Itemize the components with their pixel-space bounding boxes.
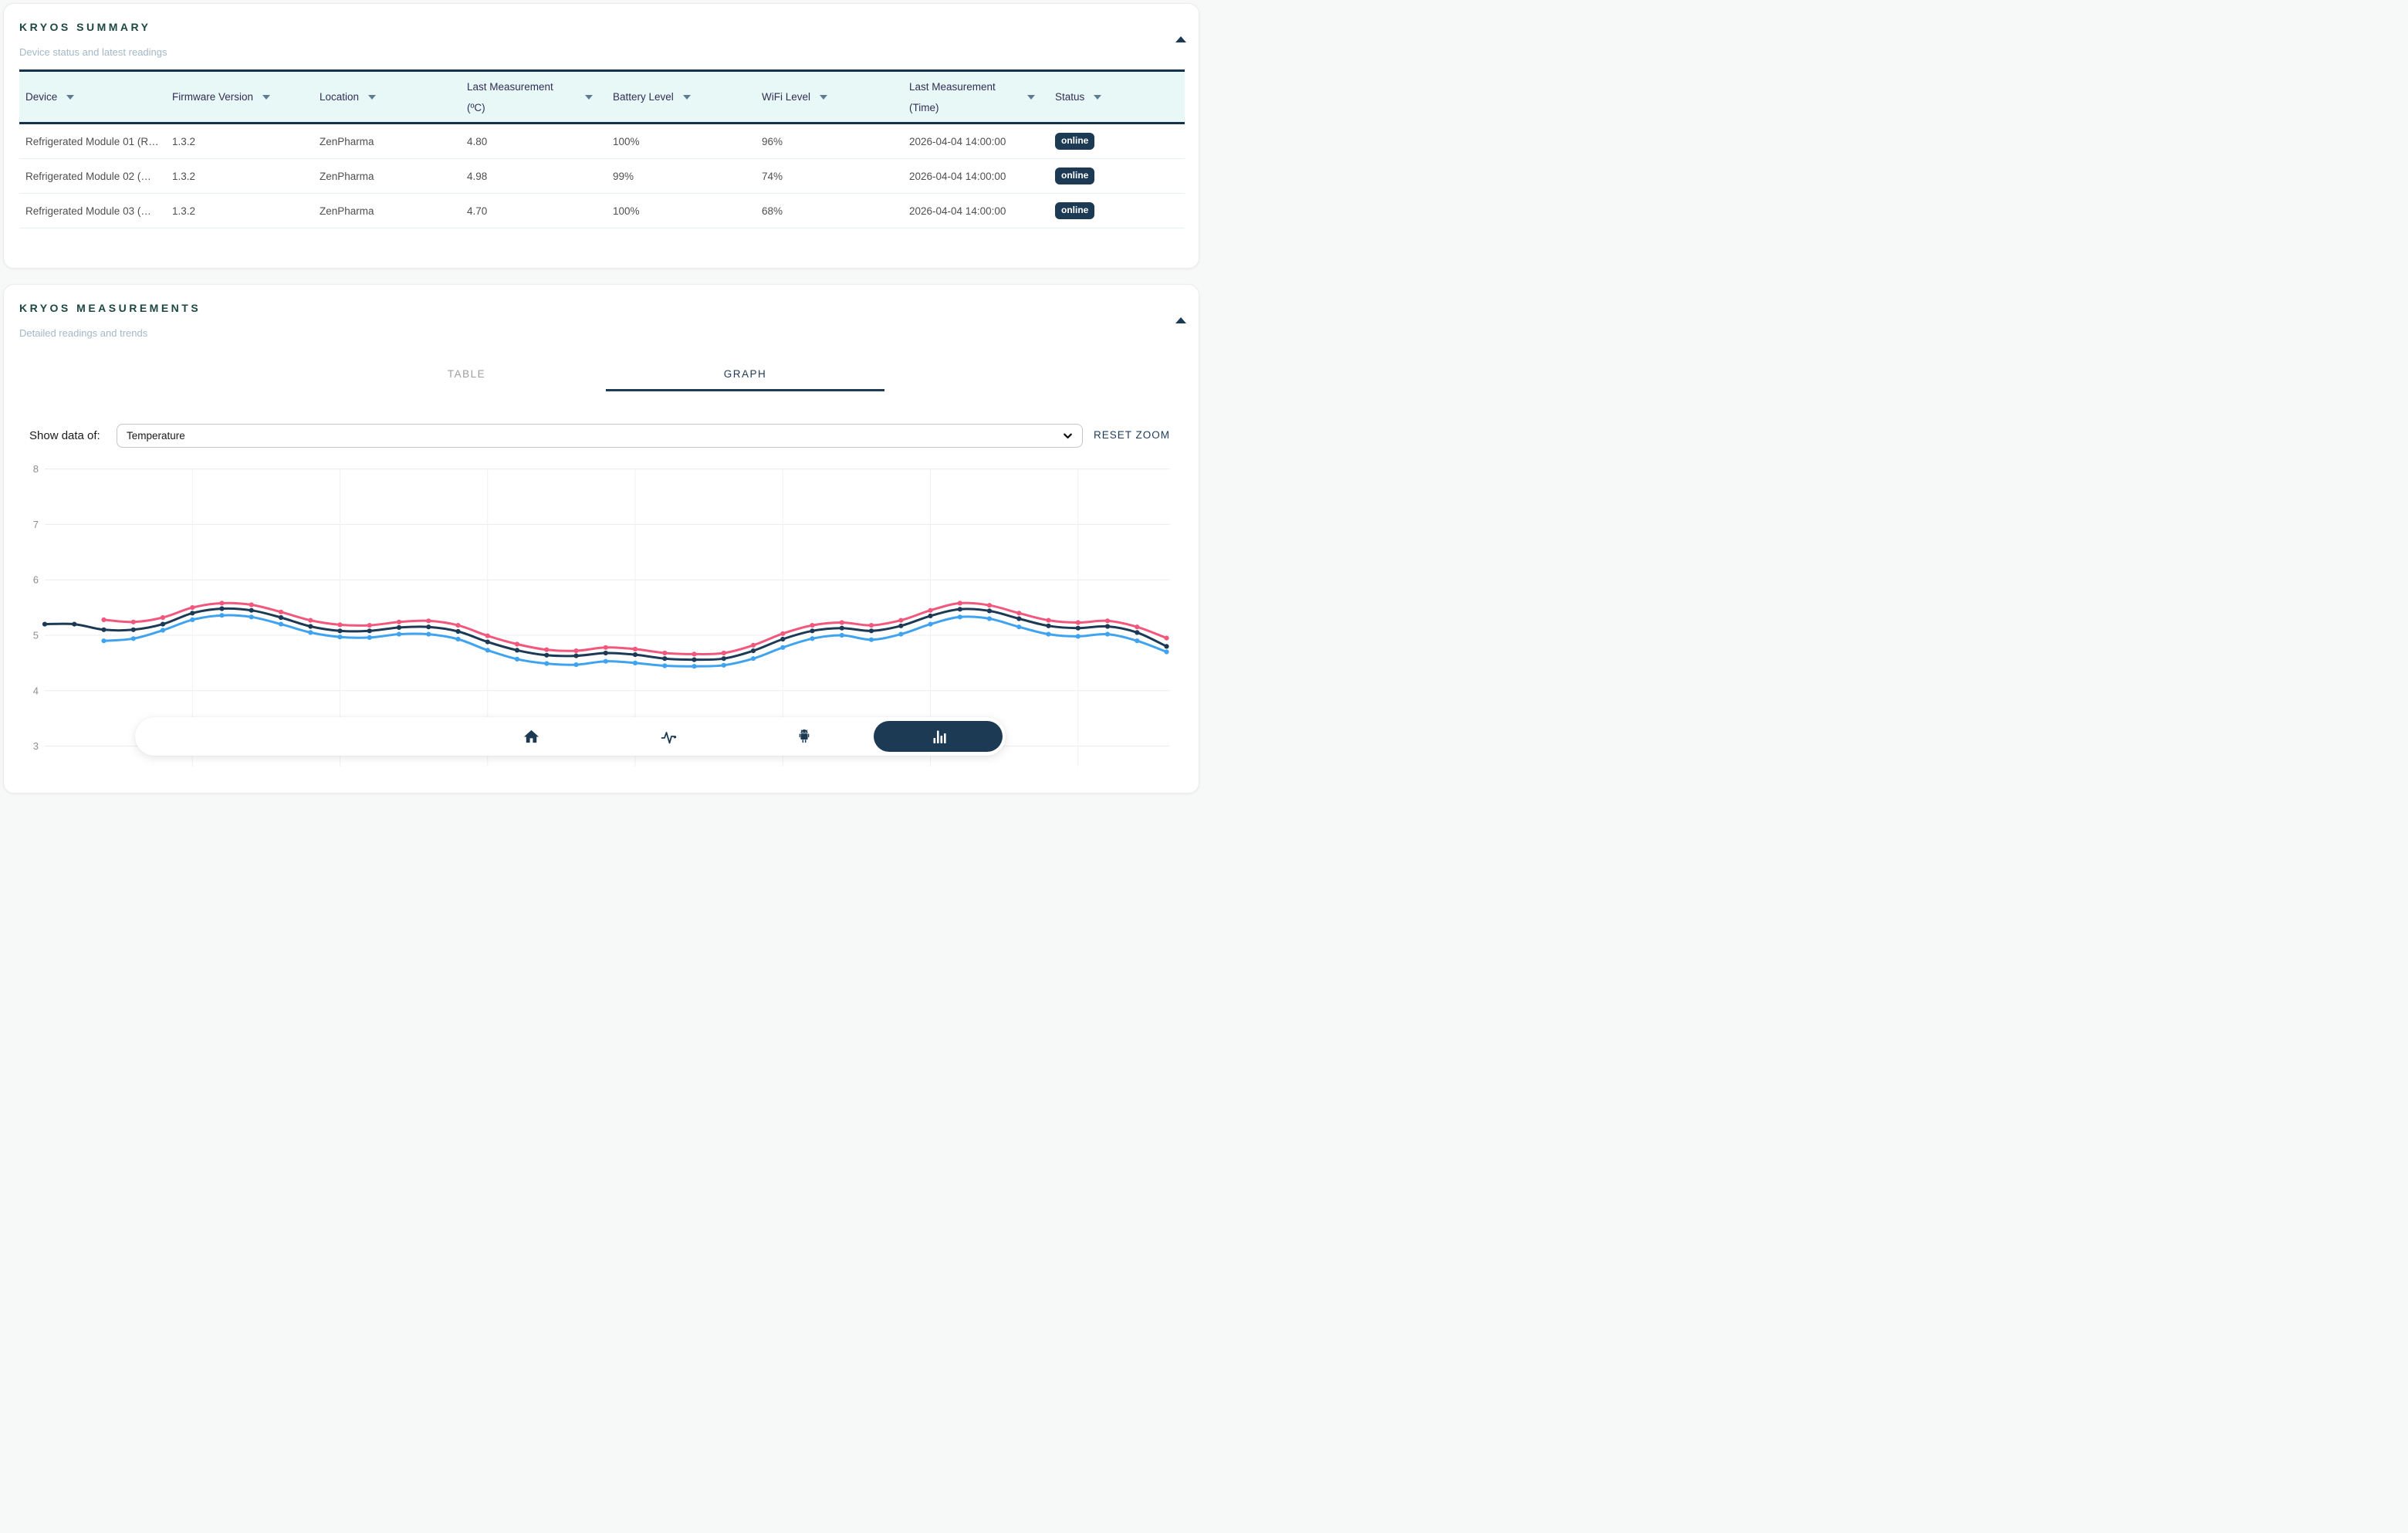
cell-device: Refrigerated Module 01 (R…	[19, 136, 166, 147]
measurements-collapse-button[interactable]	[1172, 314, 1189, 327]
cell-wifi: 96%	[756, 136, 903, 147]
summary-table-body: Refrigerated Module 01 (R… 1.3.2 ZenPhar…	[19, 124, 1185, 228]
cell-battery: 99%	[607, 171, 756, 182]
column-header-last-measurement-time[interactable]: Last Measurement (Time)	[903, 72, 1049, 122]
cell-last-measurement-time: 2026-04-04 14:00:00	[903, 171, 1049, 182]
bottom-navigation-bar	[135, 717, 1006, 756]
cell-wifi: 74%	[756, 171, 903, 182]
svg-text:7: 7	[33, 519, 39, 530]
cell-battery: 100%	[607, 136, 756, 147]
summary-card-subtitle: Device status and latest readings	[19, 46, 167, 58]
android-icon	[796, 728, 813, 745]
column-header-battery[interactable]: Battery Level	[607, 72, 756, 122]
cell-device: Refrigerated Module 02 (…	[19, 171, 166, 182]
sort-icon	[820, 95, 827, 100]
svg-text:6: 6	[33, 574, 39, 586]
cell-firmware: 1.3.2	[166, 171, 313, 182]
column-header-location[interactable]: Location	[313, 72, 461, 122]
show-data-label: Show data of:	[29, 429, 100, 442]
tab-graph[interactable]: GRAPH	[606, 359, 884, 391]
cell-last-measurement-time: 2026-04-04 14:00:00	[903, 136, 1049, 147]
measurements-tabs: TABLE GRAPH	[327, 359, 884, 391]
cell-battery: 100%	[607, 205, 756, 217]
cell-location: ZenPharma	[313, 136, 461, 147]
sort-icon	[66, 95, 74, 100]
cell-last-measurement-c: 4.98	[461, 171, 607, 182]
cell-firmware: 1.3.2	[166, 205, 313, 217]
reset-zoom-button[interactable]: RESET ZOOM	[1094, 429, 1170, 441]
column-header-status[interactable]: Status	[1049, 72, 1185, 122]
table-row[interactable]: Refrigerated Module 03 (… 1.3.2 ZenPharm…	[19, 194, 1185, 228]
cell-last-measurement-c: 4.80	[461, 136, 607, 147]
column-header-last-measurement-c[interactable]: Last Measurement (ºC)	[461, 72, 607, 122]
tab-table[interactable]: TABLE	[327, 359, 606, 391]
status-badge: online	[1055, 133, 1094, 149]
bar-chart-nav-button-active[interactable]	[874, 721, 1003, 752]
summary-table-header: Device Firmware Version Location Last Me…	[19, 69, 1185, 124]
data-type-select[interactable]: Temperature	[117, 424, 1083, 448]
cell-device: Refrigerated Module 03 (…	[19, 205, 166, 217]
sort-icon	[1094, 95, 1101, 100]
dashboard-page: { "summary": { "title": "KRYOS SUMMARY",…	[0, 0, 1204, 766]
cell-last-measurement-c: 4.70	[461, 205, 607, 217]
svg-text:4: 4	[33, 685, 39, 696]
measurements-card-title: KRYOS MEASUREMENTS	[19, 302, 201, 314]
activity-nav-button[interactable]	[660, 728, 678, 746]
status-badge: online	[1055, 168, 1094, 184]
sort-icon	[368, 95, 376, 100]
cell-location: ZenPharma	[313, 205, 461, 217]
android-nav-button[interactable]	[796, 728, 814, 746]
bar-chart-icon	[929, 727, 948, 746]
svg-text:8: 8	[33, 463, 39, 475]
cell-last-measurement-time: 2026-04-04 14:00:00	[903, 205, 1049, 217]
svg-text:3: 3	[33, 740, 39, 752]
sort-icon	[683, 95, 691, 100]
status-badge: online	[1055, 202, 1094, 218]
cell-wifi: 68%	[756, 205, 903, 217]
home-nav-button[interactable]	[523, 728, 541, 746]
collapse-up-icon	[1175, 36, 1186, 42]
sort-icon	[585, 95, 593, 100]
summary-card: KRYOS SUMMARY Device status and latest r…	[3, 3, 1199, 269]
table-row[interactable]: Refrigerated Module 02 (… 1.3.2 ZenPharm…	[19, 159, 1185, 194]
collapse-up-icon	[1175, 317, 1186, 323]
cell-firmware: 1.3.2	[166, 136, 313, 147]
sort-icon	[262, 95, 270, 100]
measurements-card-subtitle: Detailed readings and trends	[19, 327, 147, 339]
summary-card-title: KRYOS SUMMARY	[19, 21, 150, 33]
column-header-wifi[interactable]: WiFi Level	[756, 72, 903, 122]
column-header-firmware[interactable]: Firmware Version	[166, 72, 313, 122]
summary-collapse-button[interactable]	[1172, 33, 1189, 46]
sort-icon	[1027, 95, 1035, 100]
column-header-device[interactable]: Device	[19, 72, 166, 122]
table-row[interactable]: Refrigerated Module 01 (R… 1.3.2 ZenPhar…	[19, 124, 1185, 159]
cell-location: ZenPharma	[313, 171, 461, 182]
home-icon	[523, 728, 540, 746]
svg-text:5: 5	[33, 630, 39, 641]
activity-icon	[660, 728, 678, 746]
